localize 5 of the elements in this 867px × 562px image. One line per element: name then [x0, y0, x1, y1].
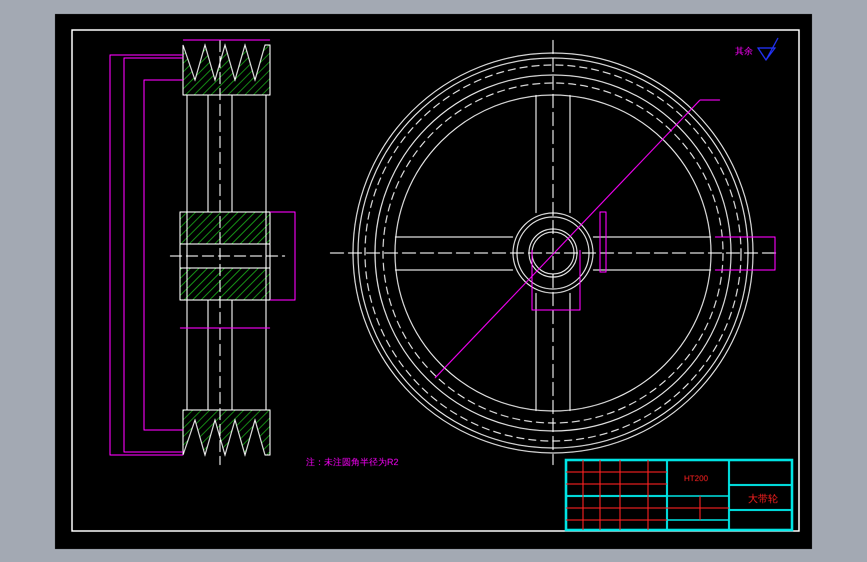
note-text: 注：未注圆角半径为R2 [306, 456, 399, 466]
roughness-symbol-icon [757, 36, 779, 60]
part-name-text: 大带轮 [748, 494, 778, 504]
material-text: HT200 [684, 474, 708, 482]
roughness-label: 其余 [735, 46, 753, 56]
